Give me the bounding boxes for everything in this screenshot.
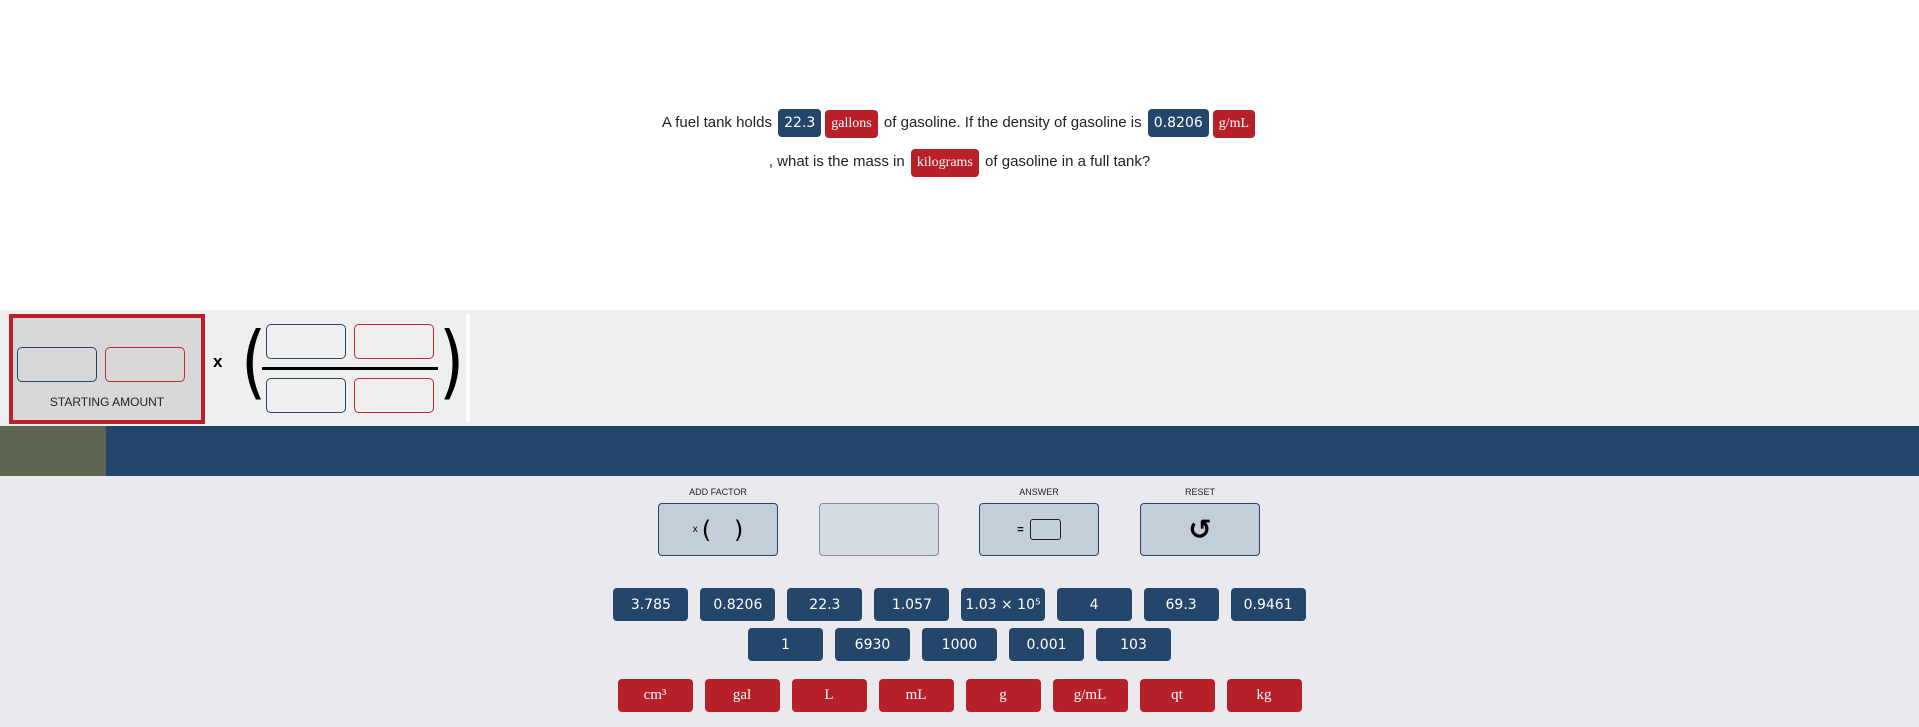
numerator-value-slot[interactable] xyxy=(266,324,346,359)
times-icon: x xyxy=(692,524,698,535)
number-tile[interactable]: 1000 xyxy=(922,628,997,661)
control-panel: ADD FACTOR x ( ) ANSWER = RESET ↺ 3.785 0… xyxy=(0,476,1919,727)
question-text: A fuel tank holds xyxy=(661,114,772,131)
unit-tile[interactable]: g xyxy=(965,679,1041,712)
number-tile[interactable]: 69.3 xyxy=(1143,588,1219,621)
unit-row: cm³ gal LmL g g/mL qt kg xyxy=(0,679,1919,712)
answer-button[interactable]: = xyxy=(979,503,1099,556)
number-tile[interactable]: 0.001 xyxy=(1009,628,1084,661)
starting-unit-slot[interactable] xyxy=(105,347,185,382)
question-line-2: , what is the mass in kilograms of gasol… xyxy=(0,149,1919,177)
unit-chip: g/mL xyxy=(1212,110,1256,138)
parentheses-icon: ( ) xyxy=(701,515,744,544)
numerator-unit-slot[interactable] xyxy=(354,324,434,359)
starting-amount-label: STARTING AMOUNT xyxy=(49,395,165,409)
number-tile[interactable]: 6930 xyxy=(835,628,910,661)
unit-tile[interactable]: L xyxy=(791,679,867,712)
question-text: , what is the mass in xyxy=(768,153,905,170)
unit-tile[interactable]: mL xyxy=(878,679,954,712)
unit-tile[interactable]: gal xyxy=(704,679,780,712)
number-tile[interactable]: 4 xyxy=(1056,588,1132,621)
right-paren: ) xyxy=(439,315,465,408)
number-row-1: 3.785 0.8206 22.3 1.057 1.03 × 10⁵ 4 69.3 0.946… xyxy=(0,588,1919,621)
denominator-unit-slot[interactable] xyxy=(354,378,434,413)
answer-box-icon xyxy=(1029,519,1061,540)
empty-button[interactable] xyxy=(819,503,939,556)
progress-bar xyxy=(0,426,1919,476)
workspace-divider xyxy=(466,314,470,422)
left-paren: ( xyxy=(241,315,267,408)
unit-chip: gallons xyxy=(825,110,878,138)
reset-button[interactable]: ↺ xyxy=(1140,503,1260,556)
answer-label: ANSWER xyxy=(1019,487,1059,497)
denominator-value-slot[interactable] xyxy=(266,378,346,413)
starting-amount-box[interactable]: STARTING AMOUNT xyxy=(9,314,205,424)
number-tile[interactable]: 1.03 × 10⁵ xyxy=(961,588,1045,621)
unit-tile[interactable]: qt xyxy=(1139,679,1215,712)
add-factor-button[interactable]: x ( ) xyxy=(658,503,778,556)
unit-tile[interactable]: kg xyxy=(1226,679,1302,712)
question-line-1: A fuel tank holds 22.3 gallons of gasolin… xyxy=(0,109,1919,138)
question-text: of gasoline in a full tank? xyxy=(985,153,1151,170)
number-row-2: 1 6930 1000 0.001 103 xyxy=(0,628,1919,661)
undo-icon: ↺ xyxy=(1188,513,1212,546)
number-tile[interactable]: 103 xyxy=(1096,628,1171,661)
question-text: of gasoline. If the density of gasoline … xyxy=(883,114,1142,131)
unit-tile[interactable]: g/mL xyxy=(1052,679,1128,712)
number-tile[interactable]: 3.785 xyxy=(613,588,689,621)
equals-icon: = xyxy=(1017,523,1024,536)
fraction-line xyxy=(262,367,438,370)
number-tile[interactable]: 0.8206 xyxy=(700,588,776,621)
progress-fill xyxy=(0,426,106,476)
number-tile[interactable]: 1.057 xyxy=(874,588,950,621)
add-factor-label: ADD FACTOR xyxy=(689,487,747,497)
number-tile[interactable]: 0.9461 xyxy=(1230,588,1306,621)
reset-label: RESET xyxy=(1184,487,1215,497)
unit-chip: kilograms xyxy=(910,149,979,177)
number-tile[interactable]: 1 xyxy=(748,628,823,661)
value-chip: 22.3 xyxy=(778,109,822,137)
multiply-sign: x xyxy=(213,352,223,371)
value-chip: 0.8206 xyxy=(1147,109,1209,137)
unit-tile[interactable]: cm³ xyxy=(617,679,693,712)
starting-value-slot[interactable] xyxy=(17,347,97,382)
number-tile[interactable]: 22.3 xyxy=(787,588,863,621)
workspace: STARTING AMOUNT x ( ) xyxy=(0,310,1919,426)
